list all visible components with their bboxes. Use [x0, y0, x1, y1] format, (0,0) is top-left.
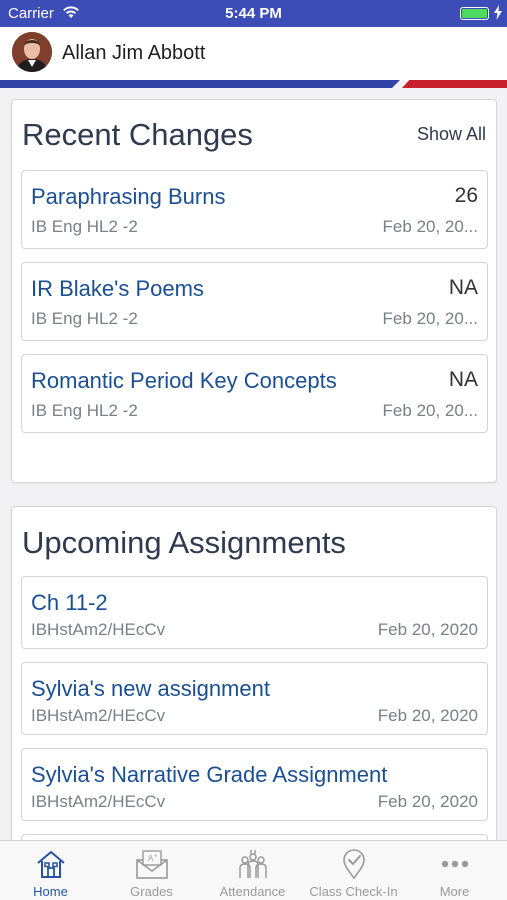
check-in-icon	[342, 849, 365, 880]
assignment-item[interactable]: Sylvia's Narrative Grade Assignment IBHs…	[21, 748, 488, 821]
user-header[interactable]: Allan Jim Abbott	[0, 27, 507, 81]
avatar	[12, 32, 52, 72]
tab-label: Grades	[130, 884, 173, 899]
item-course: IBHstAm2/HEcCv	[31, 792, 166, 811]
item-course: IB Eng HL2 -2	[31, 217, 138, 236]
tab-label: Home	[33, 884, 68, 899]
tab-label: Class Check-In	[309, 884, 398, 899]
tab-grades[interactable]: A + Grades	[101, 841, 202, 900]
tab-attendance[interactable]: Attendance	[202, 841, 303, 900]
item-date: Feb 20, 20...	[382, 309, 478, 328]
item-course: IB Eng HL2 -2	[31, 401, 138, 420]
item-date: Feb 20, 2020	[377, 620, 478, 639]
item-score: NA	[448, 276, 478, 299]
upcoming-assignments-card: Upcoming Assignments Ch 11-2 IBHstAm2/HE…	[11, 506, 497, 846]
assignment-item[interactable]: Sylvia's new assignment IBHstAm2/HEcCv F…	[21, 662, 488, 735]
clock: 5:44 PM	[225, 5, 282, 22]
charging-icon	[494, 5, 502, 20]
header-stripe-red	[402, 80, 507, 88]
item-course: IBHstAm2/HEcCv	[31, 620, 166, 639]
tab-home[interactable]: Home	[0, 841, 101, 900]
item-title: Sylvia's new assignment	[31, 676, 270, 701]
item-date: Feb 20, 2020	[377, 706, 478, 725]
assignment-item[interactable]: Ch 11-2 IBHstAm2/HEcCv Feb 20, 2020	[21, 576, 488, 649]
item-date: Feb 20, 20...	[382, 401, 478, 420]
svg-text:+: +	[154, 854, 158, 860]
tab-bar: Home A + Grades Attendance Class Check-I…	[0, 840, 507, 900]
item-course: IBHstAm2/HEcCv	[31, 706, 166, 725]
recent-changes-card: Recent Changes Show All Paraphrasing Bur…	[11, 99, 497, 483]
recent-change-item[interactable]: Paraphrasing Burns 26 IB Eng HL2 -2 Feb …	[21, 170, 488, 249]
tab-label: More	[439, 884, 470, 899]
item-title: Sylvia's Narrative Grade Assignment	[31, 762, 388, 787]
user-name: Allan Jim Abbott	[62, 42, 206, 64]
header-stripe-blue	[0, 80, 400, 88]
item-title: Paraphrasing Burns	[31, 184, 226, 209]
item-course: IB Eng HL2 -2	[31, 309, 138, 328]
item-date: Feb 20, 20...	[382, 217, 478, 236]
status-bar: Carrier 5:44 PM	[0, 0, 507, 27]
tab-label: Attendance	[219, 884, 286, 899]
item-title: Romantic Period Key Concepts	[31, 368, 337, 393]
item-title: Ch 11-2	[31, 590, 108, 615]
tab-more[interactable]: More	[404, 841, 505, 900]
item-score: NA	[448, 368, 478, 391]
more-icon	[441, 860, 468, 868]
item-date: Feb 20, 2020	[377, 792, 478, 811]
item-title: IR Blake's Poems	[31, 276, 204, 301]
tab-class-check-in[interactable]: Class Check-In	[303, 841, 404, 900]
home-icon	[36, 851, 65, 878]
upcoming-assignments-title: Upcoming Assignments	[22, 525, 346, 560]
item-score: 26	[454, 184, 478, 207]
attendance-icon	[238, 850, 267, 878]
recent-change-item[interactable]: IR Blake's Poems NA IB Eng HL2 -2 Feb 20…	[21, 262, 488, 341]
recent-changes-title: Recent Changes	[22, 117, 253, 152]
recent-change-item[interactable]: Romantic Period Key Concepts NA IB Eng H…	[21, 354, 488, 433]
battery-icon	[460, 7, 489, 20]
show-all-link[interactable]: Show All	[417, 124, 486, 145]
grades-icon: A +	[135, 850, 168, 879]
